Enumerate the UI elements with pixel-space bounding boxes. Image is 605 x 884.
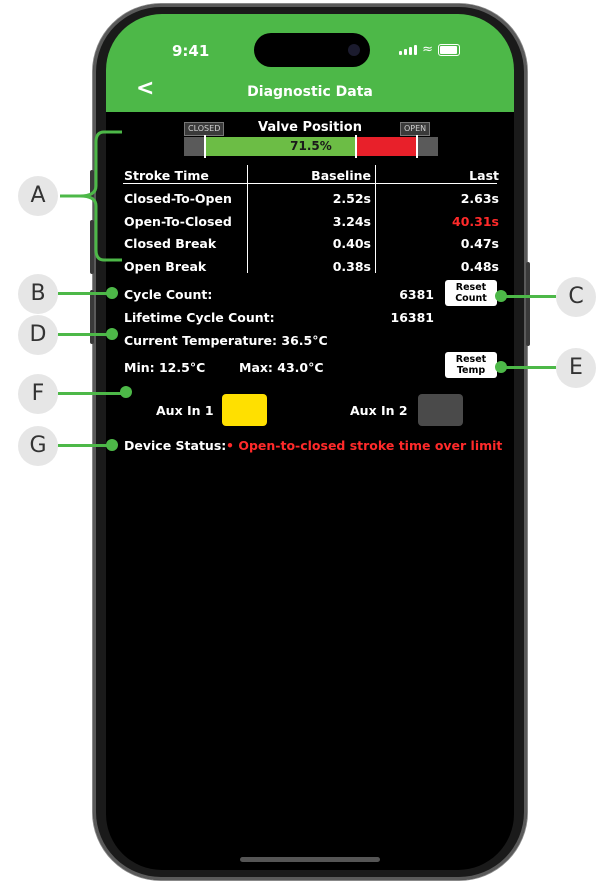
table-header-divider xyxy=(123,183,497,184)
row-label: Open-To-Closed xyxy=(124,214,232,229)
callout-f-dot xyxy=(120,386,132,398)
screen: 9:41 ≈ < Diagnostic Data CLOSED Valve Po… xyxy=(106,14,514,870)
row-last: 0.48s xyxy=(460,259,499,274)
callout-b-line xyxy=(58,292,110,295)
callout-e-dot xyxy=(495,361,507,373)
current-temperature: Current Temperature: 36.5°C xyxy=(124,333,328,348)
open-tag: OPEN xyxy=(400,122,431,136)
wifi-icon: ≈ xyxy=(422,42,433,57)
max-temperature: Max: 43.0°C xyxy=(239,360,324,375)
cycle-count-label: Cycle Count: xyxy=(124,287,213,302)
row-label: Open Break xyxy=(124,259,207,274)
callout-e: E xyxy=(556,348,596,388)
aux-in-2-indicator xyxy=(418,394,463,426)
callout-g-dot xyxy=(106,439,118,451)
callout-g-line xyxy=(58,444,110,447)
callout-g: G xyxy=(18,426,58,466)
device-status-message: • Open-to-closed stroke time over limit xyxy=(226,438,503,453)
column-header-stroke-time: Stroke Time xyxy=(124,168,209,183)
aux-in-2-label: Aux In 2 xyxy=(350,403,408,418)
table-divider xyxy=(247,165,248,273)
valve-position-value: 71.5% xyxy=(290,139,332,153)
camera-icon xyxy=(348,44,360,56)
signal-icon xyxy=(399,44,418,55)
home-indicator xyxy=(240,857,380,862)
callout-a: A xyxy=(18,176,58,216)
row-last-alert: 40.31s xyxy=(452,214,499,229)
callout-c-line xyxy=(500,295,556,298)
callout-e-line xyxy=(500,366,556,369)
row-last: 0.47s xyxy=(460,236,499,251)
reset-temp-button[interactable]: Reset Temp xyxy=(445,352,497,378)
device-status-label: Device Status: xyxy=(124,438,227,453)
callout-a-bracket xyxy=(60,130,122,262)
valve-position-bar: 71.5% xyxy=(184,135,438,158)
row-label: Closed Break xyxy=(124,236,217,251)
aux-in-1-indicator xyxy=(222,394,267,426)
callout-c-dot xyxy=(495,290,507,302)
reset-count-line2: Count xyxy=(455,293,487,304)
table-divider xyxy=(375,165,376,273)
callout-c: C xyxy=(556,277,596,317)
callout-f-line xyxy=(58,392,126,395)
reset-temp-line2: Temp xyxy=(456,365,486,376)
callout-d-dot xyxy=(106,328,118,340)
callout-b-dot xyxy=(106,287,118,299)
reset-temp-line1: Reset xyxy=(455,354,487,365)
callout-d: D xyxy=(18,315,58,355)
status-icons: ≈ xyxy=(399,42,460,57)
cycle-count-value: 6381 xyxy=(399,287,434,302)
row-baseline: 0.40s xyxy=(332,236,371,251)
min-temperature: Min: 12.5°C xyxy=(124,360,206,375)
lifetime-cycle-count-label: Lifetime Cycle Count: xyxy=(124,310,275,325)
lifetime-cycle-count-value: 16381 xyxy=(390,310,435,325)
row-baseline: 0.38s xyxy=(332,259,371,274)
battery-icon xyxy=(438,43,460,56)
row-last: 2.63s xyxy=(460,191,499,206)
page-title: Diagnostic Data xyxy=(247,84,373,100)
row-baseline: 3.24s xyxy=(332,214,371,229)
status-time: 9:41 xyxy=(172,42,210,60)
dynamic-island xyxy=(254,33,370,67)
phone-power-button xyxy=(526,262,530,346)
column-header-baseline: Baseline xyxy=(311,168,371,183)
reset-count-button[interactable]: Reset Count xyxy=(445,280,497,306)
row-label: Closed-To-Open xyxy=(124,191,232,206)
callout-d-line xyxy=(58,333,110,336)
aux-in-1-label: Aux In 1 xyxy=(156,403,214,418)
reset-count-line1: Reset xyxy=(455,282,487,293)
callout-f: F xyxy=(18,374,58,414)
valve-position-title: Valve Position xyxy=(258,120,362,135)
row-baseline: 2.52s xyxy=(332,191,371,206)
column-header-last: Last xyxy=(469,168,499,183)
callout-b: B xyxy=(18,274,58,314)
